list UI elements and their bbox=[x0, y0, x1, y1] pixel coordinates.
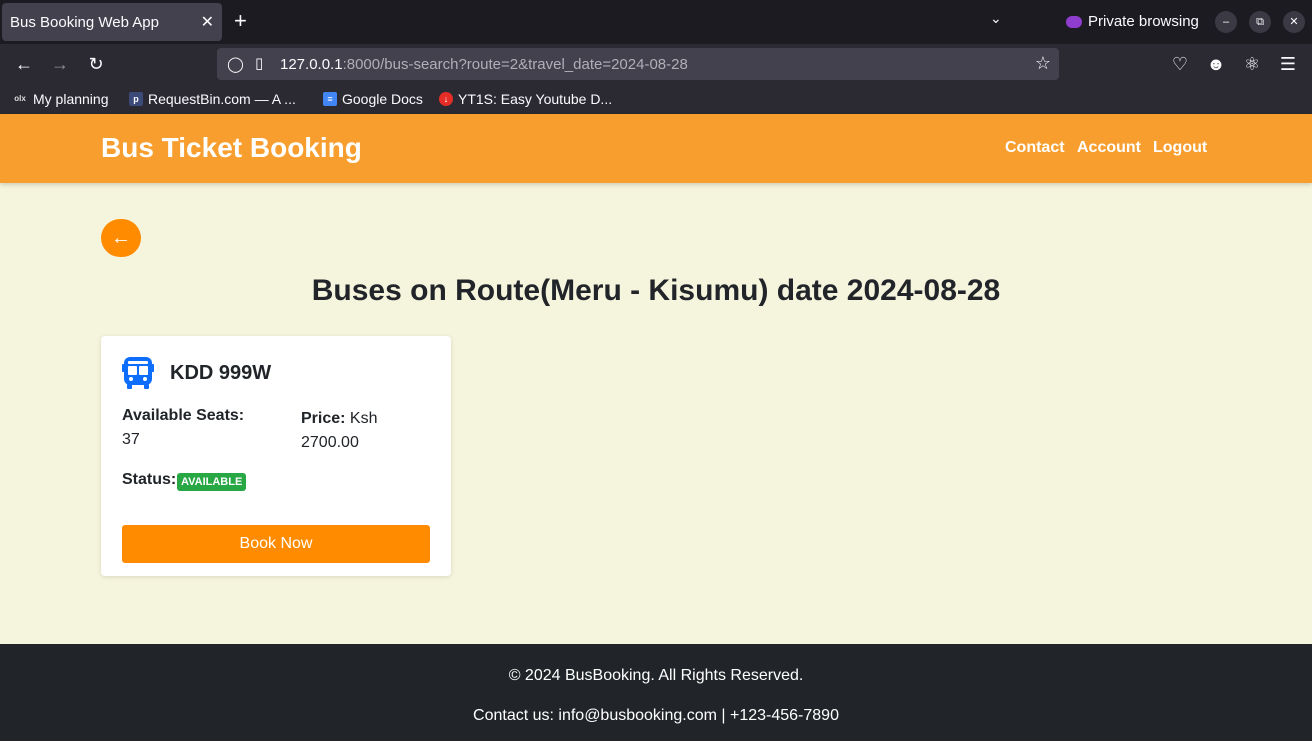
bookmark-requestbin[interactable]: p RequestBin.com — A ... bbox=[129, 91, 296, 107]
back-button[interactable]: ← bbox=[101, 219, 141, 257]
page-info-icon[interactable]: ▯ bbox=[255, 54, 263, 72]
bookmark-label: RequestBin.com — A ... bbox=[148, 91, 296, 107]
nav-contact-link[interactable]: Contact bbox=[1005, 139, 1065, 157]
site-footer: © 2024 BusBooking. All Rights Reserved. … bbox=[0, 644, 1312, 741]
url-text[interactable]: 127.0.0.1:8000/bus-search?route=2&travel… bbox=[280, 56, 688, 73]
status-badge: AVAILABLE bbox=[177, 473, 247, 491]
footer-copyright: © 2024 BusBooking. All Rights Reserved. bbox=[508, 667, 804, 684]
browser-tab[interactable]: Bus Booking Web App ✕ bbox=[2, 3, 222, 41]
restore-window-button[interactable]: ⧉ bbox=[1249, 11, 1271, 33]
bookmark-star-icon[interactable]: ☆ bbox=[1035, 53, 1051, 74]
browser-tab-bar: Bus Booking Web App ✕ + ⌄ Private browsi… bbox=[0, 0, 1312, 44]
site-header: Bus Ticket Booking Contact Account Logou… bbox=[0, 114, 1312, 183]
book-now-button[interactable]: Book Now bbox=[122, 525, 430, 563]
bookmark-label: Google Docs bbox=[342, 91, 423, 107]
arrow-left-icon: ← bbox=[111, 227, 131, 249]
yt1s-download-icon: ↓ bbox=[439, 92, 453, 106]
close-window-button[interactable]: ✕ bbox=[1283, 11, 1305, 33]
address-bar[interactable]: ◯ ▯ 127.0.0.1:8000/bus-search?route=2&tr… bbox=[217, 48, 1059, 80]
minimize-window-button[interactable]: – bbox=[1215, 11, 1237, 33]
private-browsing-label: Private browsing bbox=[1088, 13, 1199, 30]
site-brand[interactable]: Bus Ticket Booking bbox=[101, 132, 362, 164]
page-title: Buses on Route(Meru - Kisumu) date 2024-… bbox=[311, 274, 1001, 307]
new-tab-button[interactable]: + bbox=[234, 8, 247, 34]
footer-contact: Contact us: info@busbooking.com | +123-4… bbox=[473, 707, 839, 724]
extensions-icon[interactable]: ⚛ bbox=[1241, 54, 1263, 75]
nav-account-link[interactable]: Account bbox=[1077, 139, 1141, 157]
bookmark-yt1s[interactable]: ↓ YT1S: Easy Youtube D... bbox=[439, 91, 612, 107]
private-browsing-indicator: Private browsing bbox=[1066, 13, 1199, 30]
bookmark-my-planning[interactable]: olx My planning bbox=[12, 91, 109, 107]
tab-list-chevron-icon[interactable]: ⌄ bbox=[990, 10, 1002, 27]
bookmark-label: My planning bbox=[33, 91, 109, 107]
nav-logout-link[interactable]: Logout bbox=[1153, 139, 1207, 157]
bus-card: KDD 999W Available Seats: 37 Price: Ksh … bbox=[101, 336, 451, 576]
google-docs-icon: ≡ bbox=[323, 92, 337, 106]
pocket-icon[interactable]: ♡ bbox=[1169, 54, 1191, 75]
menu-hamburger-icon[interactable]: ☰ bbox=[1277, 54, 1299, 75]
available-seats-label: Available Seats: bbox=[122, 407, 245, 424]
bookmarks-toolbar: olx My planning p RequestBin.com — A ...… bbox=[0, 86, 1312, 114]
bus-plate: KDD 999W bbox=[170, 362, 272, 384]
olx-icon: olx bbox=[14, 94, 26, 103]
close-tab-icon[interactable]: ✕ bbox=[201, 12, 214, 32]
forward-arrow-icon[interactable]: → bbox=[49, 54, 71, 75]
available-seats-value: 37 bbox=[122, 431, 140, 448]
tab-title: Bus Booking Web App bbox=[10, 14, 159, 31]
bookmark-google-docs[interactable]: ≡ Google Docs bbox=[323, 91, 423, 107]
back-arrow-icon[interactable]: ← bbox=[13, 54, 35, 75]
price-field: Price: Ksh 2700.00 bbox=[301, 407, 421, 455]
bus-icon bbox=[122, 357, 154, 389]
reload-icon[interactable]: ↻ bbox=[85, 54, 107, 75]
private-mask-icon bbox=[1066, 15, 1082, 28]
tracking-shield-icon[interactable]: ◯ bbox=[227, 55, 244, 73]
requestbin-icon: p bbox=[129, 92, 143, 106]
price-label: Price: bbox=[301, 410, 346, 427]
status-label: Status: bbox=[122, 471, 177, 488]
account-icon[interactable]: ☻ bbox=[1205, 54, 1227, 75]
browser-navigation-bar: ← → ↻ ◯ ▯ 127.0.0.1:8000/bus-search?rout… bbox=[0, 44, 1312, 86]
bookmark-label: YT1S: Easy Youtube D... bbox=[458, 91, 613, 107]
